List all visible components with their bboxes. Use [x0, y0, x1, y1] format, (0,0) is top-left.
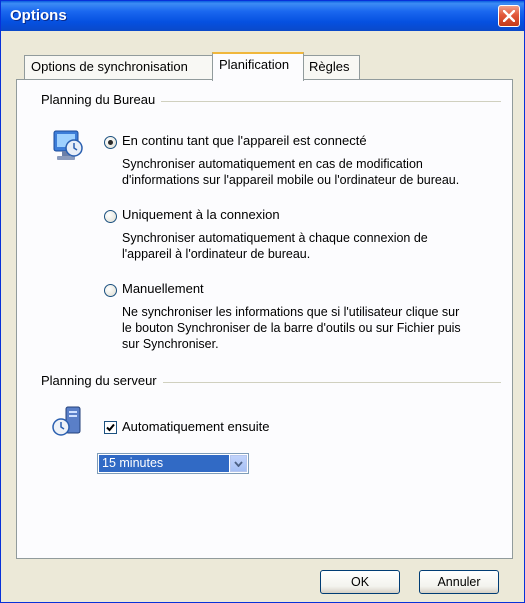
auto-sync-checkbox[interactable] [104, 421, 117, 434]
on-connect-description-line-2: l'appareil à l'ordinateur de bureau. [122, 247, 311, 261]
server-sync-icon [50, 405, 86, 442]
manual-description-line-2: le bouton Synchroniser de la barre d'out… [122, 321, 461, 335]
ok-button-label: OK [350, 575, 370, 589]
continuous-description: Synchroniser automatiquement en cas de m… [122, 156, 459, 188]
options-dialog: Options Options de synchronisation Plani… [0, 0, 525, 603]
radio-manual[interactable] [104, 284, 117, 297]
continuous-description-line-2: d'informations sur l'appareil mobile ou … [122, 173, 460, 187]
radio-manual-label[interactable]: Manuellement [122, 281, 204, 296]
on-connect-description-line-1: Synchroniser automatiquement à chaque co… [122, 231, 428, 245]
desktop-schedule-group-label: Planning du Bureau [41, 92, 162, 107]
continuous-description-line-1: Synchroniser automatiquement en cas de m… [122, 157, 423, 171]
checkmark-icon [106, 423, 115, 432]
chevron-down-icon[interactable] [230, 455, 247, 472]
on-connect-description: Synchroniser automatiquement à chaque co… [122, 230, 428, 262]
ok-button[interactable]: OK [320, 570, 400, 594]
tab-sync-options[interactable]: Options de synchronisation [24, 55, 215, 79]
manual-description: Ne synchroniser les informations que si … [122, 304, 461, 352]
interval-select-value: 15 minutes [99, 455, 229, 472]
radio-continuous-label[interactable]: En continu tant que l'appareil est conne… [122, 133, 367, 148]
server-schedule-group-label: Planning du serveur [41, 373, 163, 388]
cancel-button-label: Annuler [437, 575, 481, 589]
cancel-button[interactable]: Annuler [419, 570, 499, 594]
window-title: Options [10, 7, 67, 24]
radio-continuous[interactable] [104, 136, 117, 149]
manual-description-line-1: Ne synchroniser les informations que si … [122, 305, 460, 319]
close-icon [503, 10, 515, 22]
desktop-sync-icon [48, 127, 86, 168]
tab-sync-options-label: Options de synchronisation [31, 59, 188, 74]
radio-on-connect-label[interactable]: Uniquement à la connexion [122, 207, 280, 222]
manual-description-line-3: sur Synchroniser. [122, 337, 219, 351]
tab-planification[interactable]: Planification [212, 52, 304, 81]
title-bar[interactable]: Options [1, 1, 524, 31]
interval-select[interactable]: 15 minutes [97, 453, 249, 474]
tab-rules[interactable]: Règles [302, 55, 360, 79]
tab-rules-label: Règles [309, 59, 350, 74]
close-button[interactable] [498, 5, 520, 27]
radio-on-connect[interactable] [104, 210, 117, 223]
auto-sync-label[interactable]: Automatiquement ensuite [122, 419, 269, 434]
tab-planification-label: Planification [219, 57, 290, 72]
